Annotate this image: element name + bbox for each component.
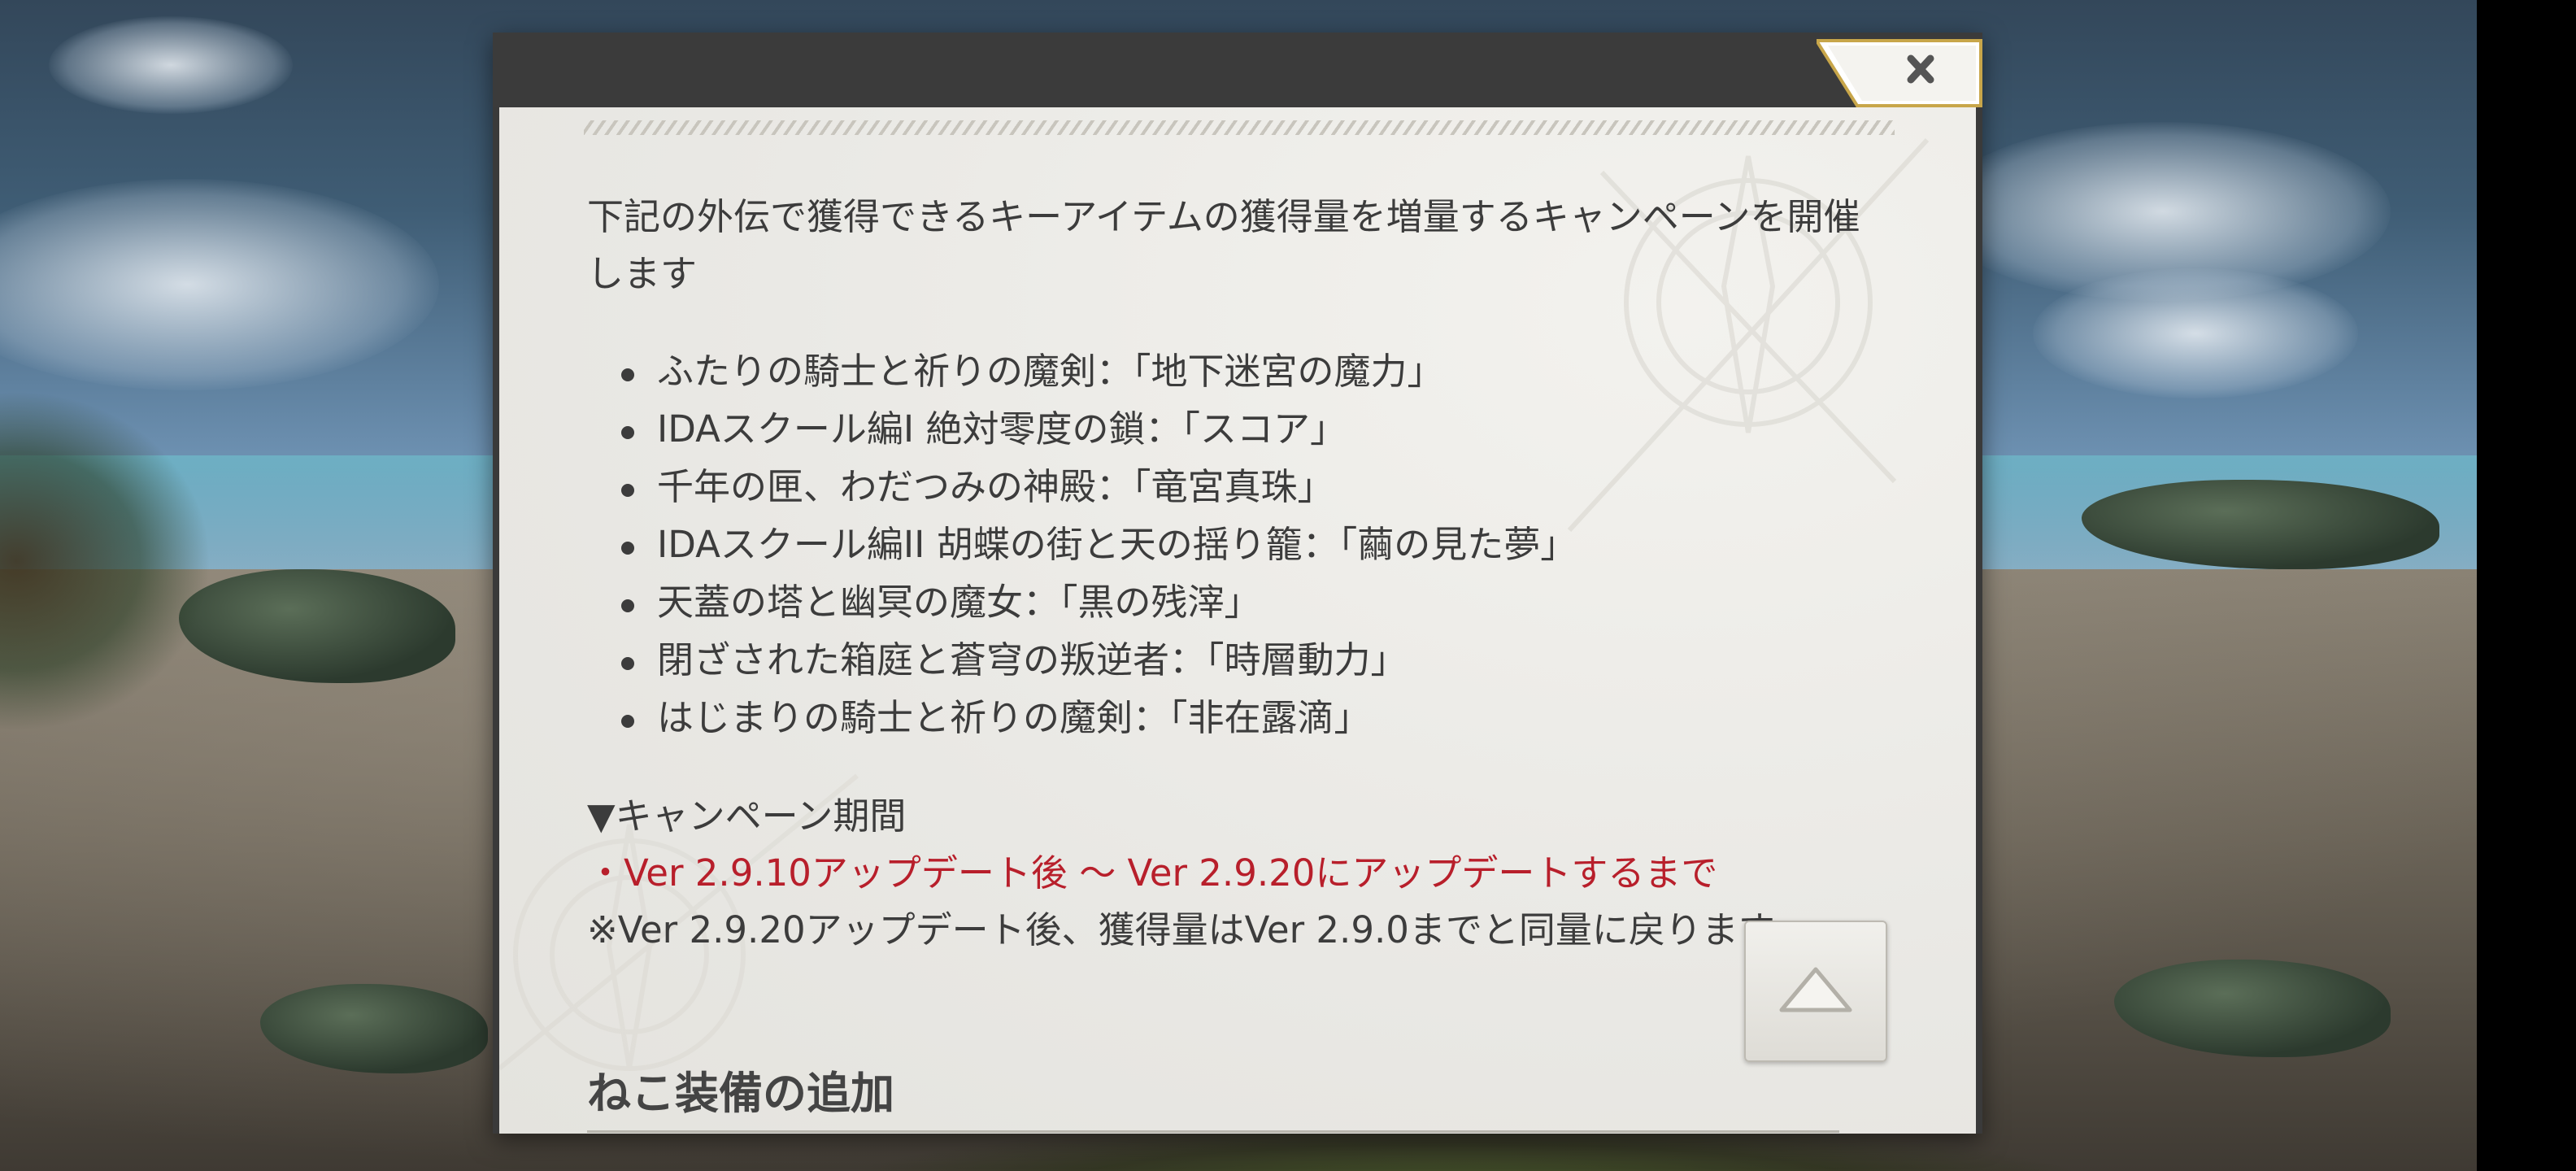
bullet bbox=[621, 542, 634, 555]
bullet bbox=[621, 368, 634, 381]
campaign-note: ※Ver 2.9.20アップデート後、獲得量はVer 2.9.0までと同量に戻り… bbox=[587, 908, 1775, 951]
section-title: ねこ装備の追加 bbox=[587, 1068, 894, 1119]
list-item-text: はじまりの騎士と祈りの魔剣：「非在露滴」 bbox=[657, 696, 1371, 739]
article-content: 下記の外伝で獲得できるキーアイテムの獲得量を増量するキャンペーンを開催します ふ… bbox=[587, 189, 1888, 959]
bullet bbox=[621, 599, 634, 612]
scroll-to-top-button[interactable] bbox=[1744, 921, 1887, 1062]
list-item: 閉ざされた箱庭と蒼穹の叛逆者：「時層動力」 bbox=[621, 632, 1888, 690]
list-item-text: 千年の匣、わだつみの神殿：「竜宮真珠」 bbox=[657, 465, 1334, 508]
bullet bbox=[621, 715, 634, 728]
bullet bbox=[621, 426, 634, 439]
list-item: IDAスクール編I 絶対零度の鎖：「スコア」 bbox=[621, 401, 1888, 459]
list-item: はじまりの騎士と祈りの魔剣：「非在露滴」 bbox=[621, 690, 1888, 747]
screen-edge-bar bbox=[2477, 0, 2576, 1171]
list-item-text: IDAスクール編I 絶対零度の鎖：「スコア」 bbox=[657, 407, 1347, 451]
dialog-header bbox=[493, 33, 1982, 107]
close-button[interactable] bbox=[1817, 39, 1982, 107]
background-cloud bbox=[0, 179, 439, 390]
background-cloud bbox=[2033, 268, 2358, 398]
chevron-up-icon bbox=[1779, 967, 1852, 1012]
background-cloud bbox=[49, 16, 293, 114]
bullet bbox=[621, 657, 634, 670]
list-item-text: 天蓋の塔と幽冥の魔女：「黒の残滓」 bbox=[657, 581, 1261, 624]
intro-text: 下記の外伝で獲得できるキーアイテムの獲得量を増量するキャンペーンを開催します bbox=[587, 195, 1860, 295]
list-item: ふたりの騎士と祈りの魔剣：「地下迷宮の魔力」 bbox=[621, 343, 1888, 401]
background-palm bbox=[0, 390, 211, 732]
list-item: IDAスクール編II 胡蝶の街と天の揺り籠：「繭の見た夢」 bbox=[621, 516, 1888, 574]
list-item-text: IDAスクール編II 胡蝶の街と天の揺り籠：「繭の見た夢」 bbox=[657, 523, 1577, 566]
list-item-text: 閉ざされた箱庭と蒼穹の叛逆者：「時層動力」 bbox=[657, 638, 1408, 681]
campaign-period-heading: ▼キャンペーン期間 bbox=[587, 794, 907, 838]
list-item: 天蓋の塔と幽冥の魔女：「黒の残滓」 bbox=[621, 574, 1888, 632]
list-item-text: ふたりの騎士と祈りの魔剣：「地下迷宮の魔力」 bbox=[657, 350, 1444, 393]
bullet bbox=[621, 484, 634, 497]
section-divider bbox=[587, 1130, 1839, 1133]
item-list: ふたりの騎士と祈りの魔剣：「地下迷宮の魔力」 IDAスクール編I 絶対零度の鎖：… bbox=[587, 343, 1888, 747]
list-item: 千年の匣、わだつみの神殿：「竜宮真珠」 bbox=[621, 459, 1888, 516]
close-x-icon bbox=[1817, 39, 1982, 107]
campaign-period-text: ・Ver 2.9.10アップデート後 〜 Ver 2.9.20にアップデートする… bbox=[587, 851, 1718, 895]
